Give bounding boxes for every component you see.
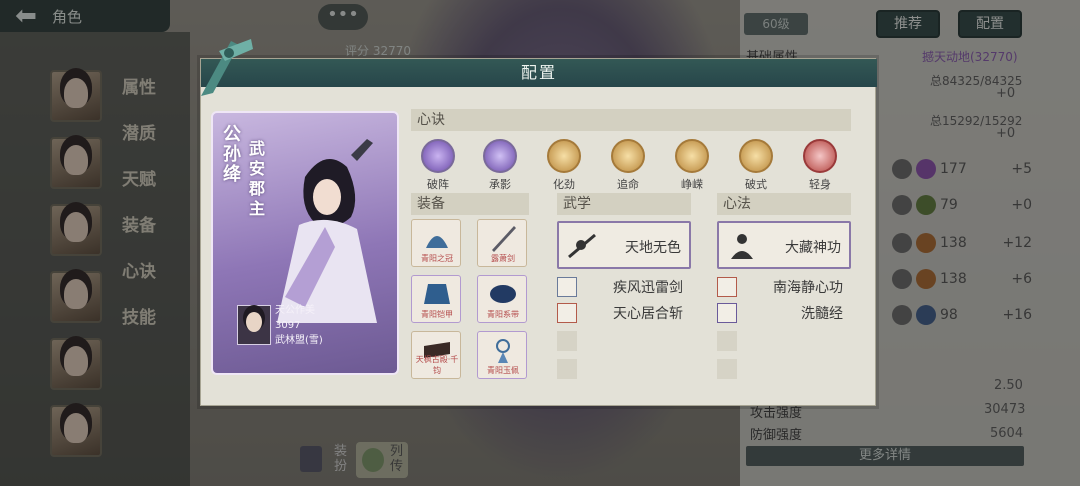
xinfa-sub-slot[interactable]: 洗髓经 [717,301,851,325]
xinfa-sub-name: 南海静心功 [773,280,843,296]
xinfa-sub-icon [717,303,737,323]
skill-label: 化劲 [553,178,575,191]
martial-sub-icon [557,277,577,297]
skill-label: 破阵 [427,178,449,191]
skill-icon [739,139,773,173]
empty-slot[interactable] [717,359,737,379]
equipment-slot-armor[interactable]: 青阳铠甲 [411,275,461,323]
skill-icon [421,139,455,173]
skill-label: 轻身 [809,178,831,191]
skill-label: 破式 [745,178,767,191]
equipment-header: 装备 [411,193,529,215]
equipment-name: 青阳铠甲 [421,310,453,319]
hero-name: 公孙绛 [223,124,241,185]
meditation-icon [731,234,753,259]
xinfa-main-name: 大藏神功 [785,240,841,256]
config-modal: 配置 公孙绛 武安郡主 天公作美 3097 武林盟(雪) 心诀 破阵 承影 化劲… [200,39,877,406]
xinfa-sub-icon [717,277,737,297]
xinfa-header: 心法 [717,193,851,215]
xinfa-sub-slot[interactable]: 南海静心功 [717,275,851,299]
skill-slot[interactable]: 破式 [731,139,781,192]
skill-icon [547,139,581,173]
martial-sub-name: 天心居合斩 [613,306,683,322]
skill-slot[interactable]: 追命 [603,139,653,192]
skill-slot[interactable]: 峥嵘 [667,139,717,192]
player-guild: 武林盟(雪) [275,335,323,346]
equipment-name: 青阳之冠 [421,254,453,263]
pendant-icon [496,339,510,363]
empty-slot[interactable] [557,331,577,351]
martial-sub-name: 疾风迅雷剑 [613,280,683,296]
armor-icon [424,284,450,304]
equipment-name: 天枫古殿·千钧 [415,355,459,375]
martial-sub-slot[interactable]: 疾风迅雷剑 [557,275,691,299]
player-power: 3097 [275,320,301,331]
skill-label: 峥嵘 [681,178,703,191]
martial-main-slot[interactable]: 天地无色 [557,221,691,269]
swordsman-icon [568,233,596,259]
hero-title: 武安郡主 [249,139,266,218]
modal-title: 配置 [201,59,877,87]
player-avatar [237,305,271,345]
hero-illustration [277,139,377,323]
skill-label: 承影 [489,178,511,191]
jade-ornament-icon [201,39,253,96]
player-info: 天公作美 3097 武林盟(雪) [275,303,323,348]
belt-icon [490,285,516,303]
helmet-icon [426,236,448,248]
equipment-name: 露萧剑 [491,254,515,263]
skill-icon [675,139,709,173]
skill-icon [483,139,517,173]
martial-sub-slot[interactable]: 天心居合斩 [557,301,691,325]
equipment-slot-book[interactable]: 天枫古殿·千钧 [411,331,461,379]
equipment-slot-helmet[interactable]: 青阳之冠 [411,219,461,267]
martial-sub-icon [557,303,577,323]
xinfa-sub-name: 洗髓经 [801,306,843,322]
empty-slot[interactable] [557,359,577,379]
martial-main-name: 天地无色 [625,240,681,256]
player-name: 天公作美 [275,305,315,316]
xinfa-main-slot[interactable]: 大藏神功 [717,221,851,269]
skill-label: 追命 [617,178,639,191]
equipment-name: 青阳玉佩 [487,366,519,375]
hero-owner-info: 天公作美 3097 武林盟(雪) [221,305,391,365]
skill-row: 破阵 承影 化劲 追命 峥嵘 破式 轻身 [413,139,853,193]
martial-arts-header: 武学 [557,193,691,215]
skill-icon [803,139,837,173]
skill-slot[interactable]: 承影 [475,139,525,192]
sword-icon [492,226,516,252]
skill-slot[interactable]: 化劲 [539,139,589,192]
skill-slot[interactable]: 破阵 [413,139,463,192]
equipment-grid: 青阳之冠 露萧剑 青阳铠甲 青阳系带 天枫古殿·千钧 青阳玉佩 [411,219,531,379]
hero-card: 公孙绛 武安郡主 天公作美 3097 武林盟(雪) [211,111,399,375]
empty-slot[interactable] [717,331,737,351]
equipment-name: 青阳系带 [487,310,519,319]
xinjue-header: 心诀 [411,109,851,131]
skill-icon [611,139,645,173]
equipment-slot-pendant[interactable]: 青阳玉佩 [477,331,527,379]
skill-slot[interactable]: 轻身 [795,139,845,192]
equipment-slot-weapon[interactable]: 露萧剑 [477,219,527,267]
equipment-slot-belt[interactable]: 青阳系带 [477,275,527,323]
